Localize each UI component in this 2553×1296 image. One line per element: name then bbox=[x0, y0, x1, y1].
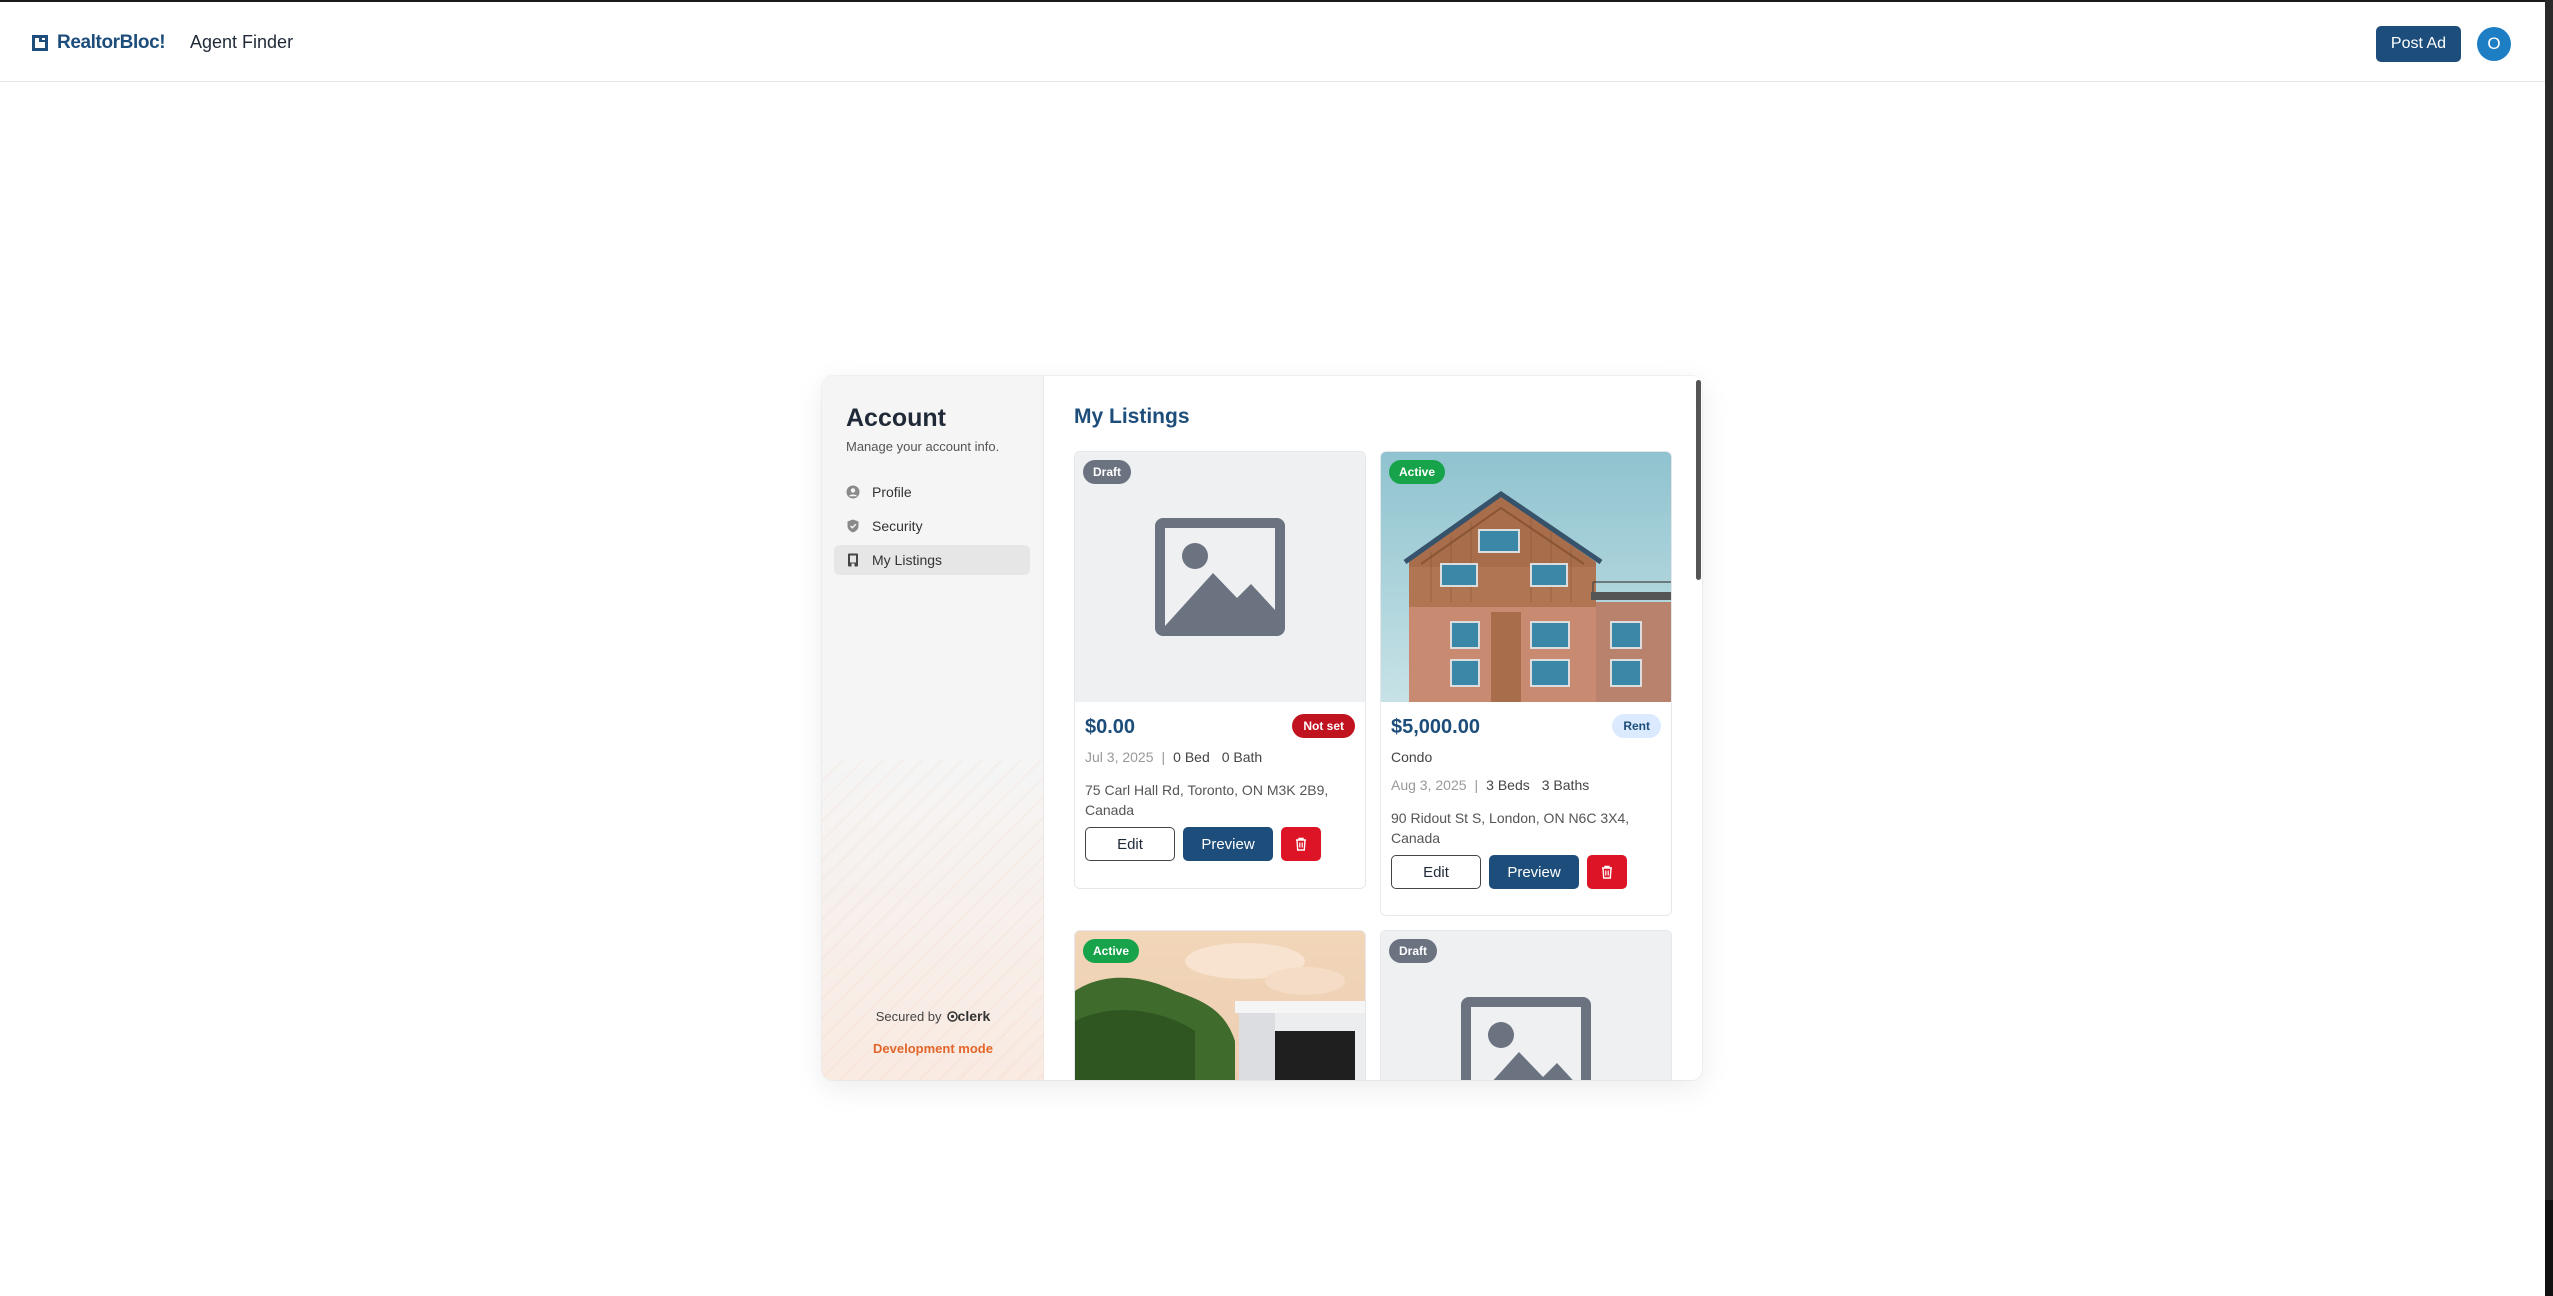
listing-type-badge: Not set bbox=[1292, 714, 1355, 738]
account-modal: Account Manage your account info. Profil… bbox=[822, 376, 1702, 1080]
listing-meta: Aug 3, 2025 | 3 Beds 3 Baths bbox=[1391, 777, 1589, 793]
trash-icon bbox=[1602, 865, 1612, 879]
user-avatar[interactable]: O bbox=[2477, 27, 2511, 61]
trash-icon bbox=[1296, 837, 1306, 851]
listing-baths: 3 Baths bbox=[1541, 777, 1590, 793]
building-icon bbox=[848, 553, 858, 567]
nav-agent-finder[interactable]: Agent Finder bbox=[190, 32, 293, 53]
clerk-wordmark: clerk bbox=[957, 1008, 991, 1024]
placeholder-image-icon bbox=[1155, 518, 1285, 636]
account-subtitle: Manage your account info. bbox=[846, 439, 1000, 454]
listing-type-badge: Rent bbox=[1612, 714, 1661, 738]
listing-card: Draft bbox=[1380, 930, 1672, 1080]
listing-beds: 0 Bed bbox=[1173, 749, 1210, 765]
meta-separator: | bbox=[1161, 749, 1166, 765]
sidebar-item-my-listings[interactable]: My Listings bbox=[834, 545, 1030, 575]
delete-button[interactable] bbox=[1587, 855, 1627, 889]
sidebar-item-profile[interactable] bbox=[834, 853, 1030, 883]
apartment-building-photo bbox=[1381, 452, 1671, 702]
listing-actions: Edit Preview bbox=[1391, 855, 1627, 889]
placeholder-image-icon bbox=[1461, 997, 1591, 1080]
listing-date: Jul 3, 2025 bbox=[1085, 749, 1154, 765]
secured-by-label: Secured by bbox=[875, 1008, 942, 1024]
listing-price: $0.00 bbox=[1085, 716, 1136, 738]
logo-mark-icon bbox=[32, 35, 48, 51]
listing-meta: Jul 3, 2025 | 0 Bed 0 Bath bbox=[1085, 749, 1262, 765]
listing-address: 90 Ridout St S, London, ON N6C 3X4, Cana… bbox=[1391, 810, 1630, 846]
listing-date: Aug 3, 2025 bbox=[1391, 777, 1467, 793]
preview-button[interactable]: Preview bbox=[1489, 855, 1579, 889]
account-sidebar: Account Manage your account info. Profil… bbox=[822, 376, 1044, 1080]
listing-card: Active bbox=[1074, 930, 1366, 1080]
sidebar-item-label: Profile bbox=[872, 484, 912, 500]
my-listings-panel: My Listings Draft $0.00 Not set Jul 3, 2… bbox=[1045, 376, 1702, 1080]
edit-button[interactable]: Edit bbox=[1085, 827, 1175, 861]
delete-button[interactable] bbox=[1281, 827, 1321, 861]
listing-card: Active $5,000.00 Rent Condo Aug 3, 2025 … bbox=[1380, 451, 1672, 916]
top-navbar: RealtorBloc! Agent Finder Post Ad O bbox=[0, 2, 2545, 82]
listing-beds: 3 Beds bbox=[1486, 777, 1530, 793]
account-title: Account bbox=[846, 404, 946, 432]
sidebar-item-security[interactable]: Security bbox=[834, 511, 1030, 541]
status-badge: Active bbox=[1083, 939, 1140, 963]
development-mode-label: Development mode bbox=[873, 1041, 993, 1056]
listing-actions: Edit Preview bbox=[1085, 827, 1321, 861]
secured-by-clerk[interactable]: Secured by clerk bbox=[822, 1008, 1044, 1024]
sidebar-item-profile[interactable]: Profile bbox=[834, 477, 1030, 507]
modal-scrollbar-thumb[interactable] bbox=[1696, 380, 1701, 580]
listing-card: Draft $0.00 Not set Jul 3, 2025 | 0 Bed … bbox=[1074, 451, 1366, 889]
sidebar-decoration bbox=[822, 760, 1044, 1080]
sidebar-item-label: Security bbox=[872, 518, 923, 534]
window-scrollbar[interactable] bbox=[2545, 0, 2553, 1296]
post-ad-button[interactable]: Post Ad bbox=[2376, 26, 2461, 62]
brand-name: RealtorBloc! bbox=[57, 32, 166, 53]
user-circle-icon bbox=[846, 485, 860, 499]
window-scrollbar-thumb[interactable] bbox=[2545, 1200, 2553, 1296]
status-badge: Active bbox=[1389, 460, 1446, 484]
listing-baths: 0 Bath bbox=[1221, 749, 1263, 765]
listing-image[interactable] bbox=[1381, 452, 1671, 702]
my-listings-title: My Listings bbox=[1074, 405, 1190, 428]
meta-separator: | bbox=[1474, 777, 1479, 793]
brand-logo[interactable]: RealtorBloc! bbox=[29, 30, 166, 56]
status-badge: Draft bbox=[1083, 460, 1132, 484]
listing-address: 75 Carl Hall Rd, Toronto, ON M3K 2B9, Ca… bbox=[1085, 782, 1329, 818]
sidebar-item-label: My Listings bbox=[872, 552, 943, 568]
listing-property-type: Condo bbox=[1391, 749, 1433, 765]
listing-image-placeholder[interactable] bbox=[1075, 452, 1365, 702]
shield-icon bbox=[847, 519, 859, 533]
edit-button[interactable]: Edit bbox=[1391, 855, 1481, 889]
clerk-logo: clerk bbox=[946, 1008, 991, 1024]
clerk-icon bbox=[946, 1011, 958, 1022]
status-badge: Draft bbox=[1389, 939, 1438, 963]
preview-button[interactable]: Preview bbox=[1183, 827, 1273, 861]
listing-price: $5,000.00 bbox=[1391, 716, 1480, 738]
